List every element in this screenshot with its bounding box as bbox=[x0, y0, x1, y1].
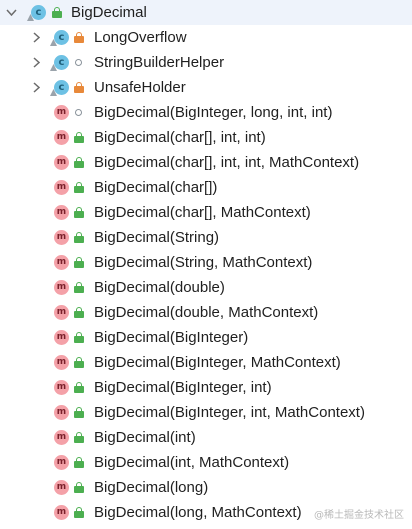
tree-node-method[interactable]: m BigDecimal(BigInteger, int) bbox=[0, 375, 412, 400]
package-private-icon bbox=[75, 109, 82, 116]
tree-node-label: BigDecimal(int, MathContext) bbox=[94, 454, 290, 471]
class-icon: c bbox=[50, 30, 69, 46]
public-icon bbox=[74, 432, 84, 443]
method-icon: m bbox=[54, 205, 69, 220]
tree-node-label: UnsafeHolder bbox=[94, 79, 186, 96]
public-icon bbox=[74, 257, 84, 268]
tree-node-label: StringBuilderHelper bbox=[94, 54, 225, 71]
method-icon: m bbox=[54, 105, 69, 120]
method-icon: m bbox=[54, 455, 69, 470]
method-icon: m bbox=[54, 255, 69, 270]
public-icon bbox=[74, 282, 84, 293]
method-icon: m bbox=[54, 355, 69, 370]
public-icon bbox=[74, 332, 84, 343]
method-icon: m bbox=[54, 305, 69, 320]
tree-node-label: BigDecimal(char[]) bbox=[94, 179, 218, 196]
tree-node-method[interactable]: m BigDecimal(String, MathContext) bbox=[0, 250, 412, 275]
tree-node-label: BigDecimal bbox=[71, 4, 147, 21]
tree-node-label: BigDecimal(BigInteger) bbox=[94, 329, 249, 346]
structure-tree: c BigDecimal c LongOverflow c StringBuilder… bbox=[0, 0, 412, 525]
tree-node-method[interactable]: m BigDecimal(BigInteger, long, int, int) bbox=[0, 100, 412, 125]
tree-node-label: BigDecimal(long) bbox=[94, 479, 209, 496]
tree-node-method[interactable]: m BigDecimal(char[], MathContext) bbox=[0, 200, 412, 225]
public-icon bbox=[74, 407, 84, 418]
method-icon: m bbox=[54, 505, 69, 520]
tree-node-class[interactable]: c StringBuilderHelper bbox=[0, 50, 412, 75]
method-icon: m bbox=[54, 405, 69, 420]
tree-node-method[interactable]: m BigDecimal(double, MathContext) bbox=[0, 300, 412, 325]
tree-node-label: BigDecimal(char[], int, int, MathContext… bbox=[94, 154, 360, 171]
tree-node-label: BigDecimal(String, MathContext) bbox=[94, 254, 313, 271]
private-icon bbox=[74, 82, 84, 93]
tree-children: c LongOverflow c StringBuilderHelper c Unsafe… bbox=[0, 25, 412, 525]
tree-node-method[interactable]: m BigDecimal(BigInteger, MathContext) bbox=[0, 350, 412, 375]
tree-node-label: BigDecimal(BigInteger, long, int, int) bbox=[94, 104, 333, 121]
tree-node-method[interactable]: m BigDecimal(char[]) bbox=[0, 175, 412, 200]
tree-node-method[interactable]: m BigDecimal(BigInteger) bbox=[0, 325, 412, 350]
tree-node-label: BigDecimal(double, MathContext) bbox=[94, 304, 319, 321]
public-icon bbox=[74, 357, 84, 368]
tree-node-label: BigDecimal(BigInteger, MathContext) bbox=[94, 354, 341, 371]
public-icon bbox=[74, 457, 84, 468]
tree-node-class[interactable]: c UnsafeHolder bbox=[0, 75, 412, 100]
public-icon bbox=[52, 7, 62, 18]
method-icon: m bbox=[54, 330, 69, 345]
method-icon: m bbox=[54, 230, 69, 245]
private-icon bbox=[74, 32, 84, 43]
tree-node-method[interactable]: m BigDecimal(char[], int, int, MathContex… bbox=[0, 150, 412, 175]
public-icon bbox=[74, 382, 84, 393]
class-icon: c bbox=[50, 80, 69, 96]
chevron-down-icon[interactable] bbox=[4, 0, 18, 25]
method-icon: m bbox=[54, 480, 69, 495]
method-icon: m bbox=[54, 430, 69, 445]
tree-node-label: BigDecimal(int) bbox=[94, 429, 196, 446]
method-icon: m bbox=[54, 180, 69, 195]
public-icon bbox=[74, 307, 84, 318]
public-icon bbox=[74, 207, 84, 218]
watermark: @稀土掘金技术社区 bbox=[314, 510, 404, 521]
tree-node-label: BigDecimal(BigInteger, int) bbox=[94, 379, 272, 396]
tree-node-label: BigDecimal(String) bbox=[94, 229, 220, 246]
package-private-icon bbox=[75, 59, 82, 66]
public-icon bbox=[74, 482, 84, 493]
tree-node-label: BigDecimal(BigInteger, int, MathContext) bbox=[94, 404, 365, 421]
tree-node-method[interactable]: m BigDecimal(String) bbox=[0, 225, 412, 250]
method-icon: m bbox=[54, 155, 69, 170]
tree-node-label: BigDecimal(double) bbox=[94, 279, 225, 296]
chevron-right-icon[interactable] bbox=[29, 75, 43, 100]
method-icon: m bbox=[54, 130, 69, 145]
tree-node-method[interactable]: m BigDecimal(int, MathContext) bbox=[0, 450, 412, 475]
public-icon bbox=[74, 182, 84, 193]
tree-node-class[interactable]: c LongOverflow bbox=[0, 25, 412, 50]
tree-node-method[interactable]: m BigDecimal(int) bbox=[0, 425, 412, 450]
public-icon bbox=[74, 232, 84, 243]
tree-node-label: LongOverflow bbox=[94, 29, 187, 46]
tree-node-label: BigDecimal(long, MathContext) bbox=[94, 504, 302, 521]
tree-node-label: BigDecimal(char[], MathContext) bbox=[94, 204, 311, 221]
tree-root-bigdecimal[interactable]: c BigDecimal bbox=[0, 0, 412, 25]
chevron-right-icon[interactable] bbox=[29, 50, 43, 75]
tree-node-method[interactable]: m BigDecimal(BigInteger, int, MathContext… bbox=[0, 400, 412, 425]
chevron-right-icon[interactable] bbox=[29, 25, 43, 50]
tree-node-method[interactable]: m BigDecimal(char[], int, int) bbox=[0, 125, 412, 150]
tree-node-method[interactable]: m BigDecimal(double) bbox=[0, 275, 412, 300]
public-icon bbox=[74, 132, 84, 143]
class-icon: c bbox=[27, 5, 46, 21]
public-icon bbox=[74, 507, 84, 518]
class-icon: c bbox=[50, 55, 69, 71]
tree-node-method[interactable]: m BigDecimal(long) bbox=[0, 475, 412, 500]
tree-node-label: BigDecimal(char[], int, int) bbox=[94, 129, 266, 146]
method-icon: m bbox=[54, 280, 69, 295]
method-icon: m bbox=[54, 380, 69, 395]
public-icon bbox=[74, 157, 84, 168]
